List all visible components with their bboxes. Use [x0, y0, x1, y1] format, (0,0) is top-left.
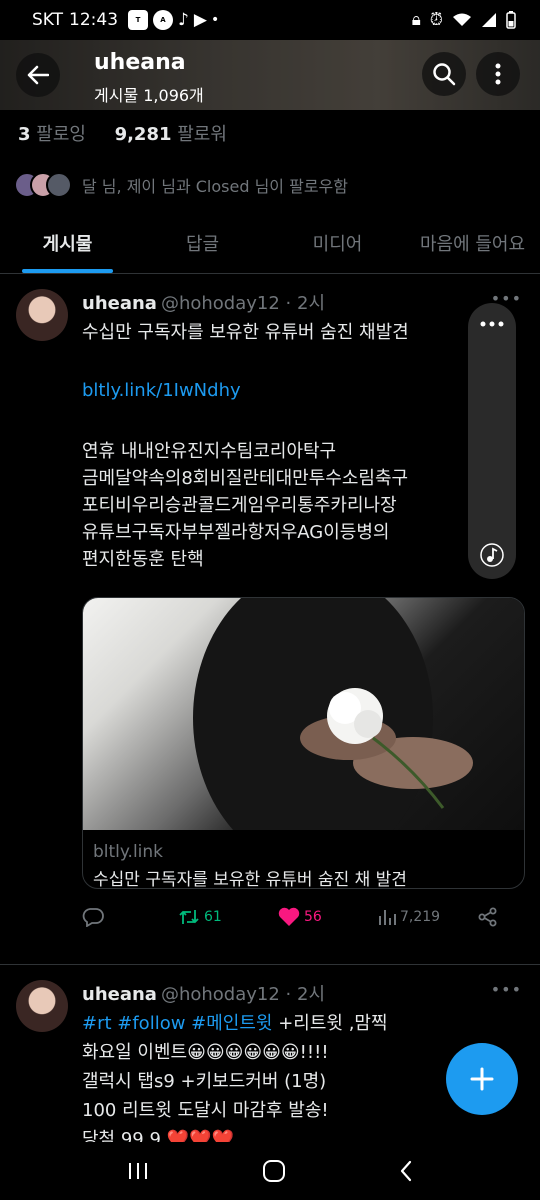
talk-app-icon: T	[128, 10, 149, 30]
tweet-time: · 2시	[285, 984, 326, 1005]
status-bar: SKT 12:43 T A ♪ ▶ • 🔒︎ ⏰︎	[0, 0, 540, 40]
reply-button[interactable]	[82, 907, 178, 927]
horizontal-dots-icon	[480, 321, 504, 327]
tweet-header: uheana @hohoday12 · 2시	[82, 289, 325, 315]
following-count: 3	[18, 124, 31, 145]
following-link[interactable]: 3 팔로잉	[18, 124, 86, 145]
tweet-header: uheana @hohoday12 · 2시	[82, 980, 325, 1006]
follow-stats: 3 팔로잉 9,281 팔로워	[18, 120, 227, 146]
arrow-left-icon	[27, 65, 49, 85]
heart-icon	[278, 907, 300, 926]
view-count: 7,219	[400, 909, 441, 925]
tweet[interactable]: uheana @hohoday12 · 2시 ••• 수십만 구독자를 보유한 유…	[0, 275, 540, 965]
followers-label: 팔로워	[177, 124, 227, 145]
plus-icon	[470, 1067, 494, 1091]
views-chart-icon	[379, 910, 396, 925]
tweet-body-text: 연휴 내내안유진지수팀코리아탁구 금메달약속의8회비질란테대만투수소림축구 포티…	[82, 441, 409, 570]
more-options-button[interactable]	[476, 52, 520, 96]
retweet-button[interactable]: 61	[178, 908, 278, 926]
retweet-icon	[179, 910, 199, 924]
share-icon	[478, 907, 497, 927]
lock-icon: 🔒︎	[411, 10, 421, 30]
compose-button[interactable]	[446, 1043, 518, 1115]
avatar[interactable]	[16, 289, 68, 341]
tweet-handle: @hohoday12	[160, 984, 280, 1005]
vertical-dots-icon	[495, 63, 501, 85]
floating-side-panel[interactable]	[468, 303, 516, 579]
tab-likes[interactable]: 마음에 들어요	[405, 212, 540, 273]
signal-icon	[482, 13, 496, 27]
flower-image	[193, 598, 473, 868]
wifi-icon	[453, 13, 471, 26]
home-icon[interactable]	[262, 1159, 286, 1183]
followers-link[interactable]: 9,281 팔로워	[115, 124, 227, 145]
follower-avatar	[46, 172, 72, 198]
search-button[interactable]	[422, 52, 466, 96]
tweet-actions: 61 56 7,219	[82, 903, 512, 931]
reply-icon	[82, 908, 104, 927]
battery-icon	[506, 11, 516, 29]
profile-header: uheana 게시물 1,096개	[0, 40, 540, 110]
header-display-name: uheana	[94, 50, 186, 75]
tab-posts[interactable]: 게시물	[0, 212, 135, 273]
youtube-icon: ▶	[193, 10, 207, 30]
tweet-display-name[interactable]: uheana	[82, 984, 157, 1005]
tweet-text-rest: +리트윗 ,맘찍	[272, 1013, 388, 1034]
card-title: 수십만 구독자를 보유한 유튜버 숨진 채 발견	[93, 870, 407, 889]
tweet-handle: @hohoday12	[160, 293, 280, 314]
card-image	[83, 598, 524, 868]
followed-by-text: 달 님, 제이 님과 Closed 님이 팔로우함	[82, 177, 348, 196]
alarm-icon: ⏰︎	[429, 10, 443, 30]
tweet-text-line: 수십만 구독자를 보유한 유튜버 숨진 채발견	[82, 322, 409, 343]
retweet-count: 61	[204, 909, 222, 925]
system-nav-bar	[0, 1142, 540, 1200]
clock: 12:43	[69, 10, 119, 30]
profile-tabs: 게시물 답글 미디어 마음에 들어요	[0, 212, 540, 274]
ably-app-icon: A	[153, 10, 174, 30]
tab-replies[interactable]: 답글	[135, 212, 270, 273]
back-button[interactable]	[16, 53, 60, 97]
notification-dot-icon: •	[210, 12, 220, 28]
followed-by-row[interactable]: 달 님, 제이 님과 Closed 님이 팔로우함	[14, 172, 348, 198]
card-domain: bltly.link	[93, 842, 164, 862]
search-icon	[433, 63, 456, 86]
music-note-icon[interactable]	[480, 543, 504, 567]
share-button[interactable]	[478, 907, 498, 927]
tweet-text-line: 당첨 99.9 ❤️❤️❤️	[82, 1129, 234, 1142]
carrier: SKT	[32, 10, 64, 30]
tweet-more-button[interactable]: •••	[491, 980, 522, 999]
avatar[interactable]	[16, 980, 68, 1032]
tweet-display-name[interactable]: uheana	[82, 293, 157, 314]
tweet-time: · 2시	[285, 293, 326, 314]
like-button[interactable]: 56	[278, 907, 378, 927]
following-label: 팔로잉	[36, 124, 86, 145]
tweet-link[interactable]: bltly.link/1IwNdhy	[82, 377, 522, 404]
recent-apps-icon[interactable]	[127, 1161, 149, 1181]
like-count: 56	[304, 909, 322, 925]
tiktok-icon: ♪	[178, 10, 189, 30]
tweet-text-line: #rt #follow #메인트윗 +리트윗 ,맘찍	[82, 1010, 522, 1037]
hashtags[interactable]: #rt #follow #메인트윗	[82, 1013, 272, 1034]
followers-count: 9,281	[114, 124, 172, 145]
tab-media[interactable]: 미디어	[270, 212, 405, 273]
views-button[interactable]: 7,219	[378, 908, 478, 926]
back-nav-icon[interactable]	[399, 1160, 413, 1182]
link-card[interactable]: bltly.link 수십만 구독자를 보유한 유튜버 숨진 채 발견	[82, 597, 525, 889]
header-post-count: 게시물 1,096개	[94, 86, 204, 105]
